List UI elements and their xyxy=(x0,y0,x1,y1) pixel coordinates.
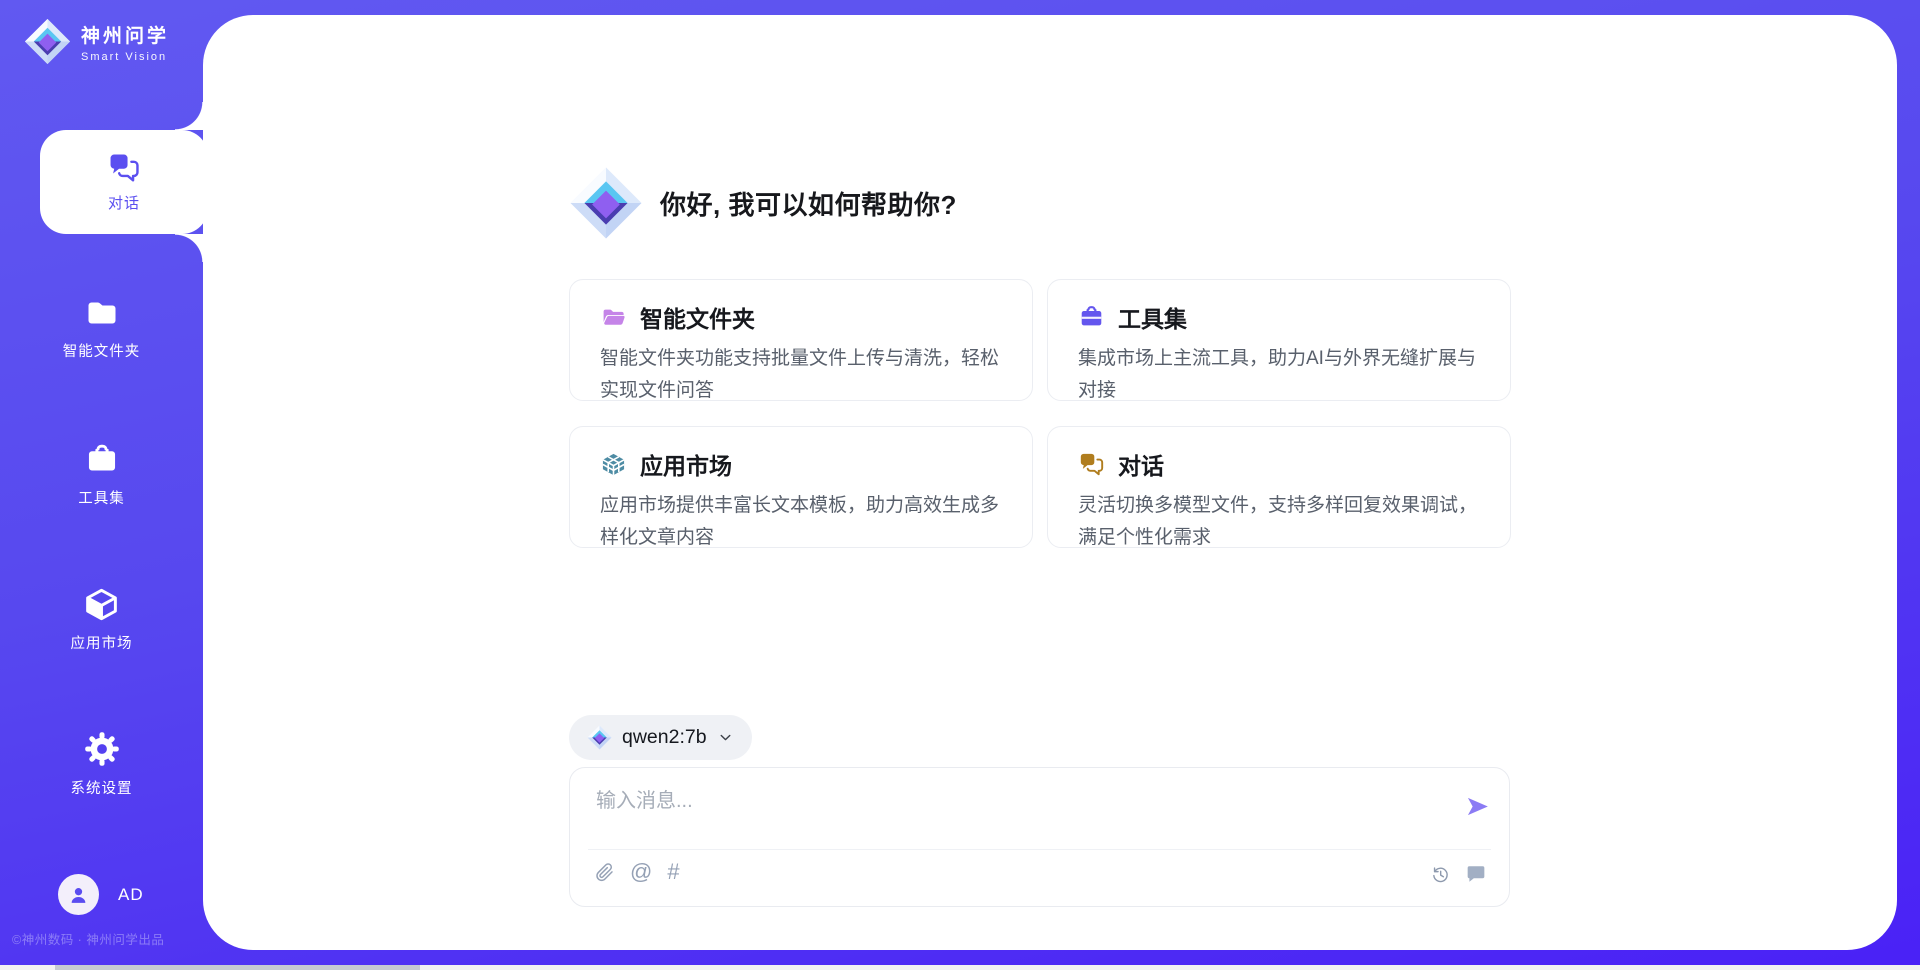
folder-icon xyxy=(84,295,120,331)
message-composer: @ # xyxy=(569,767,1510,907)
card-description: 灵活切换多模型文件，支持多样回复效果调试，满足个性化需求 xyxy=(1078,490,1480,553)
toolbox-icon xyxy=(1078,304,1105,331)
at-sign-icon[interactable]: @ xyxy=(630,861,652,883)
greeting-text: 你好, 我可以如何帮助你? xyxy=(660,185,957,222)
brand-title: 神州问学 xyxy=(81,21,169,48)
composer-toolbar: @ # xyxy=(594,861,680,883)
card-smart-folder[interactable]: 智能文件夹 智能文件夹功能支持批量文件上传与清洗，轻松实现文件问答 xyxy=(569,279,1033,401)
sidebar-item-label: 系统设置 xyxy=(71,777,133,798)
sidebar-item-label: 对话 xyxy=(108,192,140,213)
card-description: 应用市场提供丰富长文本模板，助力高效生成多样化文章内容 xyxy=(600,490,1002,553)
avatar xyxy=(58,874,99,915)
chat-bubble-filled-icon[interactable] xyxy=(1465,863,1487,885)
greeting-block: 你好, 我可以如何帮助你? xyxy=(569,166,957,240)
brand-logo: 神州问学 Smart Vision xyxy=(24,18,169,65)
brand-diamond-icon xyxy=(24,18,71,65)
card-title: 应用市场 xyxy=(640,447,732,481)
sidebar-item-settings[interactable]: 系统设置 xyxy=(0,730,203,798)
send-icon[interactable] xyxy=(1464,793,1491,820)
hash-icon[interactable]: # xyxy=(667,861,679,883)
main-panel: 你好, 我可以如何帮助你? 智能文件夹 智能文件夹功能支持批量文件上传与清洗，轻… xyxy=(203,15,1897,950)
chat-bubbles-icon xyxy=(107,151,141,185)
brand-text: 神州问学 Smart Vision xyxy=(81,21,169,63)
sidebar-item-chat[interactable]: 对话 xyxy=(40,130,208,234)
brand-subtitle: Smart Vision xyxy=(81,51,169,63)
card-chat[interactable]: 对话 灵活切换多模型文件，支持多样回复效果调试，满足个性化需求 xyxy=(1047,426,1511,548)
brand-diamond-icon xyxy=(569,166,643,240)
horizontal-scrollbar[interactable] xyxy=(0,965,1920,970)
copyright-text: ©神州数码 · 神州问学出品 xyxy=(12,929,202,948)
sidebar-item-toolset[interactable]: 工具集 xyxy=(0,442,203,508)
history-icon[interactable] xyxy=(1430,864,1451,885)
toolbox-icon xyxy=(84,442,120,478)
paperclip-icon[interactable] xyxy=(594,862,615,883)
folder-open-icon xyxy=(600,304,627,331)
card-head: 对话 xyxy=(1078,447,1480,481)
gear-icon xyxy=(83,730,121,768)
sidebar-item-app-market[interactable]: 应用市场 xyxy=(0,586,203,653)
message-input[interactable] xyxy=(596,784,1436,842)
sidebar-item-smart-folder[interactable]: 智能文件夹 xyxy=(0,295,203,361)
model-name: qwen2:7b xyxy=(622,726,707,749)
active-tab-fillet-top xyxy=(175,102,203,130)
card-description: 集成市场上主流工具，助力AI与外界无缝扩展与对接 xyxy=(1078,343,1480,406)
card-description: 智能文件夹功能支持批量文件上传与清洗，轻松实现文件问答 xyxy=(600,343,1002,406)
sidebar: 神州问学 Smart Vision 对话 智能文件夹 工具集 xyxy=(0,0,203,970)
sidebar-item-label: 应用市场 xyxy=(71,632,133,653)
user-profile[interactable]: AD xyxy=(58,874,144,915)
card-title: 工具集 xyxy=(1118,300,1187,334)
user-initials: AD xyxy=(118,885,144,905)
model-diamond-icon xyxy=(587,725,612,750)
sidebar-item-label: 工具集 xyxy=(78,487,125,508)
composer-right-toolbar xyxy=(1430,863,1487,885)
cube-icon xyxy=(83,586,120,623)
card-title: 智能文件夹 xyxy=(640,300,755,334)
chat-bubbles-icon xyxy=(1078,451,1105,478)
sidebar-item-label: 智能文件夹 xyxy=(63,340,141,361)
card-app-market[interactable]: 应用市场 应用市场提供丰富长文本模板，助力高效生成多样化文章内容 xyxy=(569,426,1033,548)
card-head: 智能文件夹 xyxy=(600,300,1002,334)
feature-cards: 智能文件夹 智能文件夹功能支持批量文件上传与清洗，轻松实现文件问答 工具集 集成… xyxy=(569,279,1511,548)
model-selector[interactable]: qwen2:7b xyxy=(569,715,752,760)
scrollbar-thumb[interactable] xyxy=(55,965,420,970)
card-head: 工具集 xyxy=(1078,300,1480,334)
card-toolset[interactable]: 工具集 集成市场上主流工具，助力AI与外界无缝扩展与对接 xyxy=(1047,279,1511,401)
card-title: 对话 xyxy=(1118,447,1164,481)
app-window: 你好, 我可以如何帮助你? 智能文件夹 智能文件夹功能支持批量文件上传与清洗，轻… xyxy=(0,0,1920,970)
active-tab-fillet-bottom xyxy=(175,234,203,262)
chevron-down-icon xyxy=(717,729,734,746)
composer-divider xyxy=(588,849,1491,850)
card-head: 应用市场 xyxy=(600,447,1002,481)
cube-grid-icon xyxy=(600,451,627,478)
